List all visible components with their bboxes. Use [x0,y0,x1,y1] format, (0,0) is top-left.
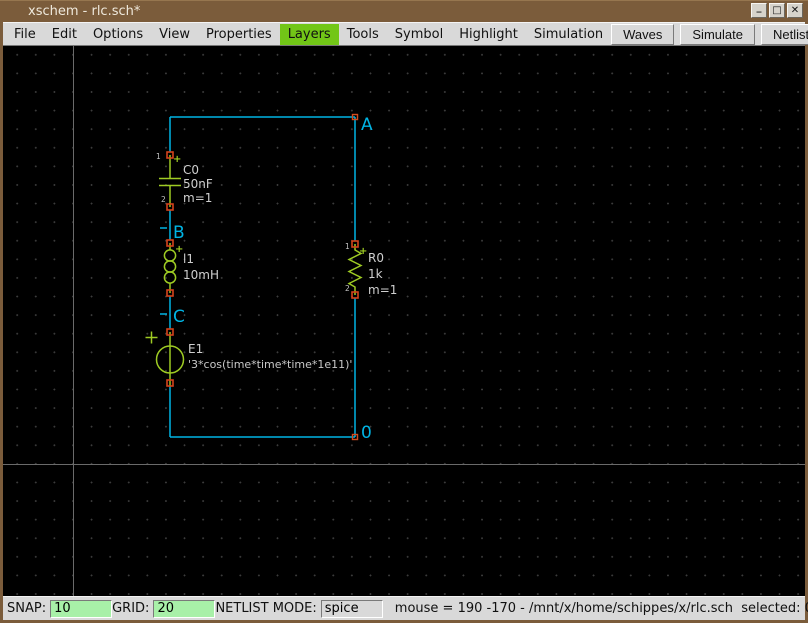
simulate-button[interactable]: Simulate [680,24,755,45]
netlist-mode-input[interactable] [321,600,383,618]
node-label-0[interactable]: 0 [361,423,372,443]
component-value: 1k [368,267,383,281]
inductor-symbol [164,243,175,293]
pin-number: 2 [161,195,166,204]
node-label-c[interactable]: C [173,307,185,327]
menu-highlight[interactable]: Highlight [451,24,526,45]
netlist-mode-label: NETLIST MODE: [215,601,316,616]
component-value: 10mH [183,268,219,282]
component-ref: C0 [183,163,199,177]
component-capacitor-c0[interactable]: 1 + 2 C0 50nF m=1 [156,152,213,210]
menu-tools[interactable]: Tools [339,24,387,45]
component-ref: l1 [183,252,194,266]
close-button[interactable]: ✕ [787,3,803,18]
xschem-window: xschem - rlc.sch* _ □ ✕ File Edit Option… [0,0,808,623]
menu-view[interactable]: View [151,24,198,45]
plus-polarity-glyph: + [359,246,367,257]
menu-simulation[interactable]: Simulation [526,24,611,45]
menu-properties[interactable]: Properties [198,24,280,45]
component-vsource-e1[interactable]: E1 '3*cos(time*time*time*1e11)' [146,329,353,386]
menu-options[interactable]: Options [85,24,151,45]
component-param: m=1 [183,191,212,205]
netlist-button[interactable]: Netlist [761,24,808,45]
titlebar[interactable]: xschem - rlc.sch* _ □ ✕ [0,0,808,22]
pin-number: 2 [345,284,350,293]
pin-number: 1 [156,152,161,161]
maximize-button[interactable]: □ [769,3,785,18]
component-inductor-l1[interactable]: + l1 10mH [164,240,219,296]
window-controls: _ □ ✕ [751,3,803,18]
minimize-button[interactable]: _ [751,3,767,18]
menubar: File Edit Options View Properties Layers… [3,22,805,46]
component-ref: E1 [188,342,203,356]
menu-edit[interactable]: Edit [44,24,85,45]
grid-input[interactable] [153,600,215,618]
mouse-status-text: mouse = 190 -170 - /mnt/x/home/schippes/… [395,601,808,616]
plus-polarity-glyph: + [173,154,181,165]
node-label-a[interactable]: A [361,115,373,135]
waves-button[interactable]: Waves [611,24,674,45]
menu-symbol[interactable]: Symbol [387,24,451,45]
schematic-svg: 1 + 2 C0 50nF m=1 + l1 [3,46,805,596]
schematic-canvas[interactable]: 1 + 2 C0 50nF m=1 + l1 [3,46,805,596]
statusbar: SNAP: GRID: NETLIST MODE: mouse = 190 -1… [3,596,805,620]
grid-label: GRID: [112,601,149,616]
menu-file[interactable]: File [6,24,44,45]
component-resistor-r0[interactable]: 1 + 2 R0 1k m=1 [345,241,397,298]
snap-input[interactable] [50,600,112,618]
component-param: m=1 [368,283,397,297]
component-value: '3*cos(time*time*time*1e11)' [188,358,352,371]
snap-label: SNAP: [7,601,46,616]
pin-number: 1 [345,242,350,251]
component-value: 50nF [183,177,213,191]
vsource-symbol [146,332,184,387]
component-ref: R0 [368,251,384,265]
window-title: xschem - rlc.sch* [28,4,140,19]
menu-layers[interactable]: Layers [280,24,339,45]
node-label-b[interactable]: B [173,223,185,243]
